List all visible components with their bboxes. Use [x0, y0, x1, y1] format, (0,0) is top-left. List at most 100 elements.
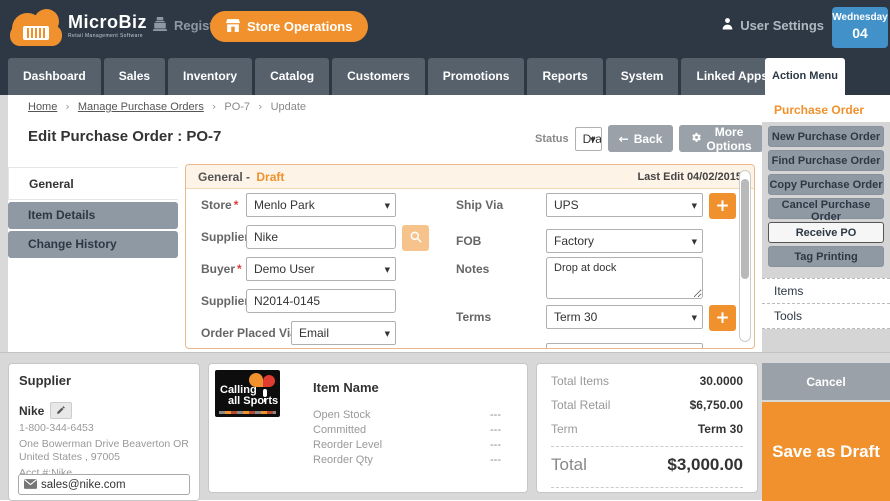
- dropdown-arrow-icon: ▼: [691, 202, 697, 210]
- breadcrumb: Home › Manage Purchase Orders › PO-7 › U…: [28, 100, 306, 113]
- bottom-summary-region: Supplier Nike 1-800-344-6453 One Bowerma…: [0, 352, 890, 501]
- tab-item-details[interactable]: Item Details: [8, 202, 178, 229]
- supplier-panel-title: Supplier: [19, 373, 72, 388]
- breadcrumb-separator-icon: ›: [65, 100, 70, 113]
- more-options-button[interactable]: More Options: [679, 124, 763, 153]
- clipped-field[interactable]: [546, 343, 703, 348]
- supplier-email-field[interactable]: [18, 474, 190, 495]
- left-edge-strip: [0, 95, 8, 352]
- last-edit-label: Last Edit 04/02/2015: [637, 170, 742, 183]
- buyer-label: Buyer *: [201, 262, 242, 276]
- user-settings-button[interactable]: User Settings: [721, 17, 824, 33]
- nav-tab-system[interactable]: System: [605, 58, 679, 95]
- item-name-title: Item Name: [313, 380, 379, 395]
- breadcrumb-separator-icon: ›: [258, 100, 263, 113]
- copy-purchase-order-button[interactable]: Copy Purchase Order: [768, 174, 884, 195]
- grand-total-row: Total $3,000.00: [551, 455, 743, 474]
- logo-orange-bubble: [249, 373, 263, 387]
- action-menu-tab[interactable]: Action Menu: [765, 58, 845, 95]
- tag-printing-button[interactable]: Tag Printing: [768, 246, 884, 267]
- top-bar: MicroBiz Retail Management Software Regi…: [0, 0, 890, 55]
- divider: [551, 487, 743, 488]
- nav-tab-customers[interactable]: Customers: [332, 58, 425, 95]
- page-title: Edit Purchase Order : PO-7: [28, 128, 222, 145]
- ship-via-select[interactable]: UPS ▼: [546, 193, 703, 217]
- status-select[interactable]: Draft ▼: [574, 126, 602, 151]
- back-button[interactable]: ← Back: [607, 125, 674, 152]
- storefront-icon: [226, 18, 240, 35]
- cash-register-icon: [152, 17, 168, 34]
- divider: [551, 446, 743, 447]
- breadcrumb-home[interactable]: Home: [28, 101, 57, 113]
- general-form-panel: General - Draft Last Edit 04/02/2015 Sto…: [185, 164, 755, 349]
- tab-change-history[interactable]: Change History: [8, 231, 178, 258]
- dropdown-arrow-icon: ▼: [384, 330, 390, 338]
- item-stat-row: Reorder Level ---: [313, 439, 501, 451]
- main-nav: Dashboard Sales Inventory Catalog Custom…: [0, 55, 890, 95]
- supplier-panel: Supplier Nike 1-800-344-6453 One Bowerma…: [8, 363, 200, 501]
- cancel-purchase-order-button[interactable]: Cancel Purchase Order: [768, 198, 884, 223]
- date-badge[interactable]: Wednesday 04: [832, 7, 888, 48]
- totals-panel: Total Items 30.0000 Total Retail $6,750.…: [536, 363, 758, 493]
- form-scrollbar-thumb[interactable]: [741, 179, 749, 279]
- date-number: 04: [852, 25, 868, 41]
- brand-name: MicroBiz: [68, 12, 148, 32]
- supplier-po-input[interactable]: [246, 289, 396, 313]
- supplier-search-button[interactable]: [402, 225, 429, 251]
- panel-header: General - Draft Last Edit 04/02/2015: [186, 165, 754, 189]
- find-purchase-order-button[interactable]: Find Purchase Order: [768, 150, 884, 171]
- dropdown-arrow-icon: ▼: [590, 135, 596, 144]
- logo-red-bubble: [263, 375, 275, 387]
- microbiz-logo: MicroBiz Retail Management Software: [10, 6, 147, 46]
- supplier-email-input[interactable]: [41, 478, 171, 491]
- date-day: Wednesday: [832, 12, 888, 23]
- status-label: Status: [535, 132, 569, 145]
- supplier-input[interactable]: [246, 225, 396, 249]
- new-purchase-order-button[interactable]: New Purchase Order: [768, 126, 884, 147]
- supplier-phone: 1-800-344-6453: [19, 422, 94, 434]
- nav-tab-dashboard[interactable]: Dashboard: [8, 58, 101, 95]
- sidebar-link-tools[interactable]: Tools: [762, 304, 890, 329]
- back-label: Back: [633, 131, 663, 146]
- microphone-icon: [263, 389, 267, 397]
- panel-status: Draft: [256, 169, 285, 184]
- total-items-row: Total Items 30.0000: [551, 374, 743, 388]
- receive-po-button[interactable]: Receive PO: [768, 222, 884, 243]
- logo-footer-strip: [219, 411, 276, 414]
- tab-general[interactable]: General: [8, 167, 178, 200]
- item-panel: Calling all Sports Item Name Open Stock …: [208, 363, 528, 493]
- fob-select[interactable]: Factory ▼: [546, 229, 703, 253]
- fob-label: FOB: [456, 234, 482, 248]
- breadcrumb-separator-icon: ›: [211, 100, 217, 113]
- terms-select[interactable]: Term 30 ▼: [546, 305, 703, 329]
- nav-tab-inventory[interactable]: Inventory: [168, 58, 253, 95]
- form-scrollbar[interactable]: [739, 170, 751, 342]
- panel-title: General -: [198, 169, 251, 184]
- store-select[interactable]: Menlo Park ▼: [246, 193, 396, 217]
- buyer-select[interactable]: Demo User ▼: [246, 257, 396, 281]
- nav-tab-catalog[interactable]: Catalog: [255, 58, 330, 95]
- nav-tab-reports[interactable]: Reports: [527, 58, 603, 95]
- terms-label: Terms: [456, 310, 492, 324]
- add-ship-via-button[interactable]: +: [709, 193, 736, 219]
- dropdown-arrow-icon: ▼: [691, 238, 697, 246]
- breadcrumb-manage-purchase-orders[interactable]: Manage Purchase Orders: [78, 101, 204, 113]
- action-menu-sidebar: Purchase Order New Purchase Order Find P…: [762, 95, 890, 352]
- gear-icon: [690, 132, 702, 146]
- edit-supplier-button[interactable]: [50, 402, 73, 419]
- order-placed-via-select[interactable]: Email ▼: [291, 321, 396, 345]
- sidebar-link-items[interactable]: Items: [762, 279, 890, 304]
- pencil-icon: [56, 403, 66, 418]
- cancel-button[interactable]: Cancel: [762, 363, 890, 400]
- nav-tab-sales[interactable]: Sales: [103, 58, 166, 95]
- nav-tab-promotions[interactable]: Promotions: [427, 58, 525, 95]
- dropdown-arrow-icon: ▼: [384, 202, 390, 210]
- more-options-label: More Options: [706, 124, 752, 153]
- add-terms-button[interactable]: +: [709, 305, 736, 331]
- notes-textarea[interactable]: Drop at dock: [546, 257, 703, 299]
- store-label: Store *: [201, 198, 239, 212]
- save-as-draft-button[interactable]: Save as Draft: [762, 402, 890, 501]
- term-row: Term Term 30: [551, 422, 743, 436]
- store-operations-button[interactable]: Store Operations: [210, 11, 369, 42]
- total-retail-row: Total Retail $6,750.00: [551, 398, 743, 412]
